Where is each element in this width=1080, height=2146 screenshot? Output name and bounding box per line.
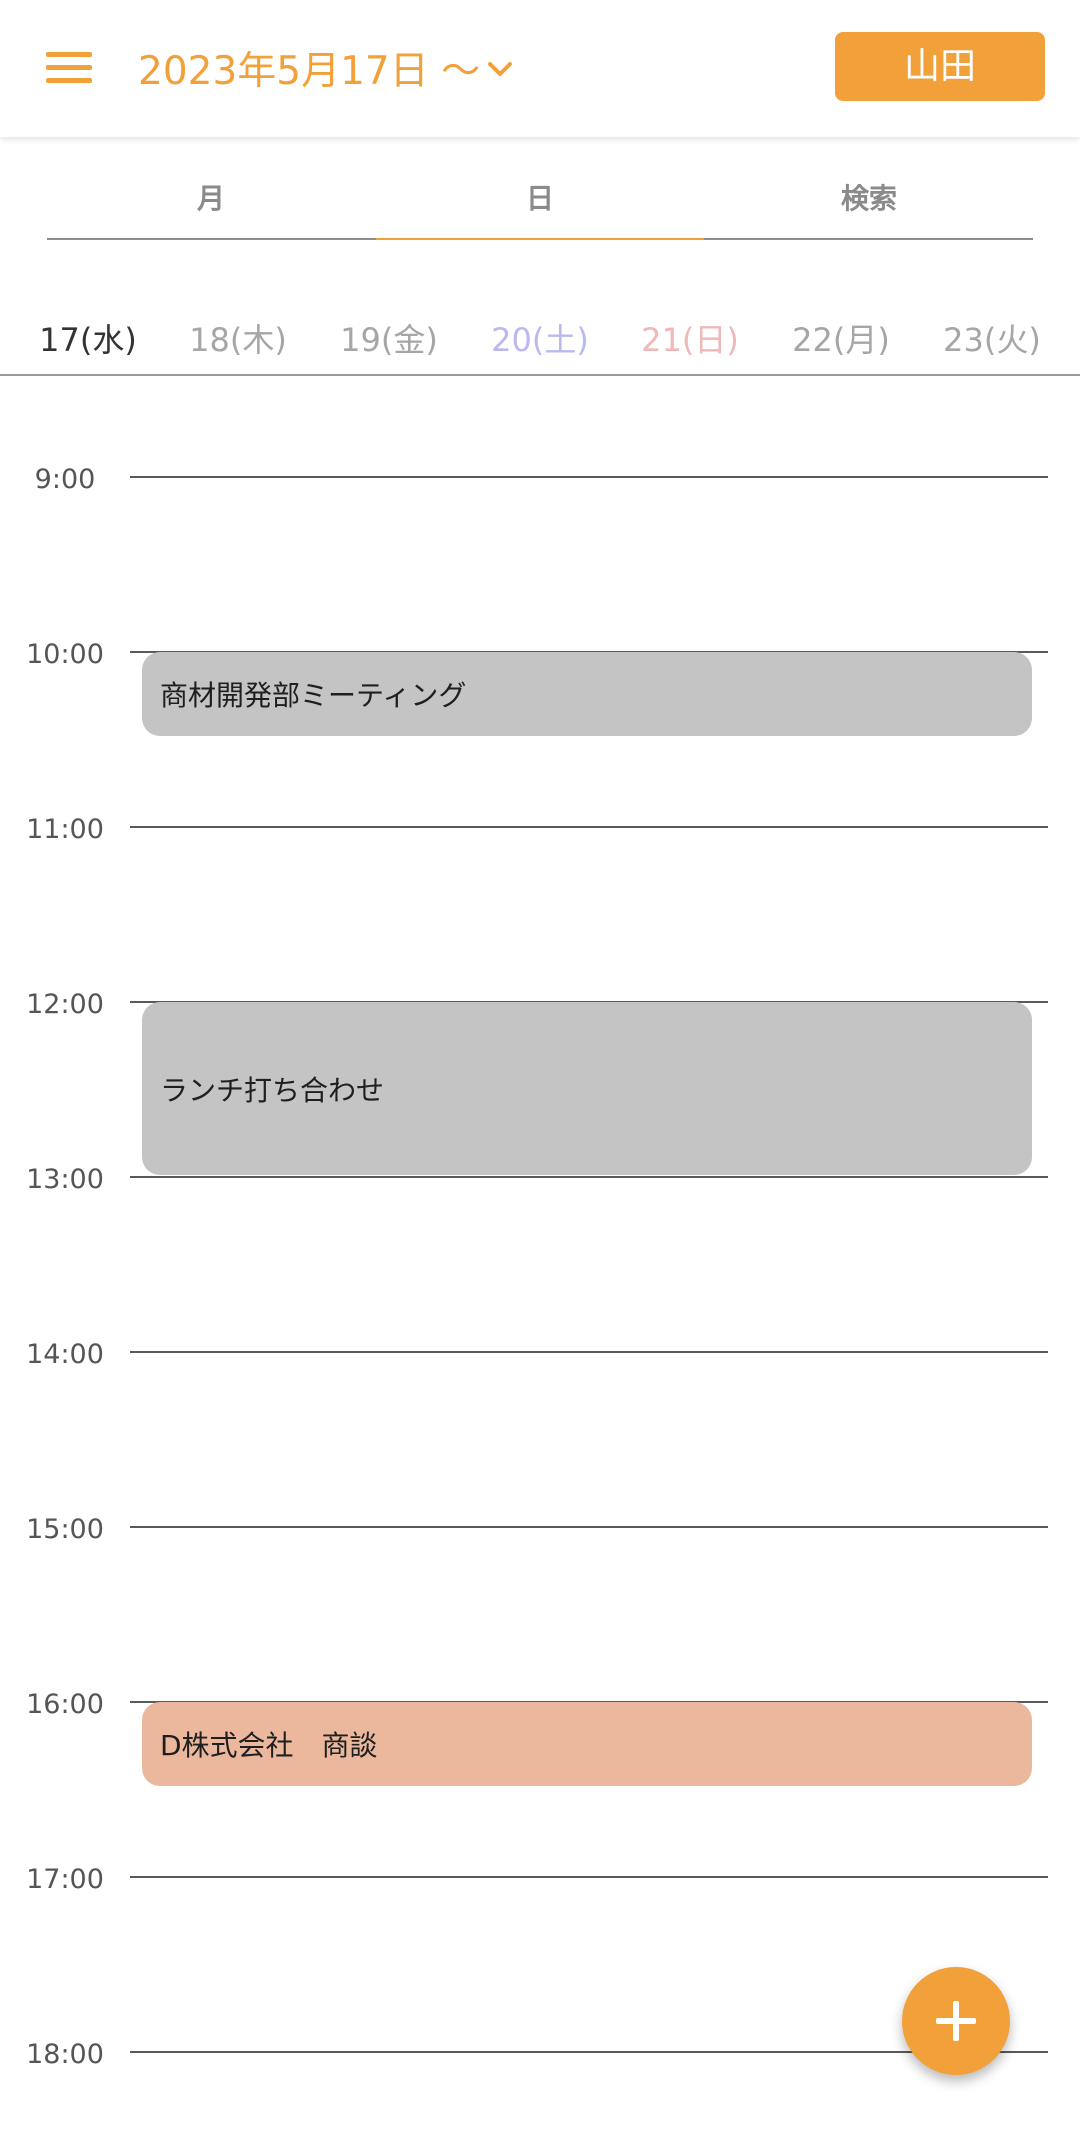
hamburger-menu-icon[interactable]	[46, 52, 92, 84]
event-block[interactable]: D株式会社 商談	[142, 1702, 1032, 1786]
tab-day[interactable]: 日	[376, 160, 704, 238]
hour-gridline	[130, 476, 1048, 478]
hour-gridline	[130, 826, 1048, 828]
active-tab-indicator	[376, 238, 704, 240]
add-event-button[interactable]	[902, 1967, 1010, 2075]
day-item[interactable]: 22(月)	[766, 310, 916, 370]
event-block[interactable]: 商材開発部ミーティング	[142, 652, 1032, 736]
view-tabs: 月 日 検索	[47, 160, 1033, 240]
hour-label: 10:00	[26, 639, 104, 670]
tab-search[interactable]: 検索	[705, 160, 1033, 238]
hour-label: 9:00	[34, 464, 96, 495]
event-title: D株式会社 商談	[160, 1728, 378, 1762]
event-title: 商材開発部ミーティング	[160, 678, 467, 712]
day-item[interactable]: 23(火)	[917, 310, 1067, 370]
hour-label: 16:00	[26, 1689, 104, 1720]
event-title: ランチ打ち合わせ	[160, 1073, 385, 1107]
hour-label: 14:00	[26, 1339, 104, 1370]
hour-label: 13:00	[26, 1164, 104, 1195]
event-block[interactable]: ランチ打ち合わせ	[142, 1002, 1032, 1175]
hour-label: 12:00	[26, 989, 104, 1020]
hour-label: 15:00	[26, 1514, 104, 1545]
app-header: 2023年5月17日 〜 山田	[0, 0, 1080, 137]
day-strip: 17(水) 18(木) 19(金) 20(土) 21(日) 22(月) 23(火…	[0, 310, 1080, 376]
day-item[interactable]: 18(木)	[163, 310, 313, 370]
chevron-down-icon[interactable]	[486, 60, 514, 78]
hour-gridline	[130, 1176, 1048, 1178]
hour-label: 17:00	[26, 1864, 104, 1895]
day-item[interactable]: 19(金)	[314, 310, 464, 370]
hour-gridline	[130, 2051, 1048, 2053]
day-item[interactable]: 21(日)	[615, 310, 765, 370]
day-item[interactable]: 20(土)	[465, 310, 615, 370]
date-range-title[interactable]: 2023年5月17日 〜	[138, 46, 480, 98]
hour-gridline	[130, 1351, 1048, 1353]
hour-gridline	[130, 1526, 1048, 1528]
hour-label: 11:00	[26, 814, 104, 845]
day-strip-divider	[0, 374, 1080, 376]
user-button[interactable]: 山田	[835, 32, 1045, 101]
day-item[interactable]: 17(水)	[13, 310, 163, 370]
tab-month[interactable]: 月	[47, 160, 375, 238]
hour-label: 18:00	[26, 2039, 104, 2070]
hour-gridline	[130, 1876, 1048, 1878]
